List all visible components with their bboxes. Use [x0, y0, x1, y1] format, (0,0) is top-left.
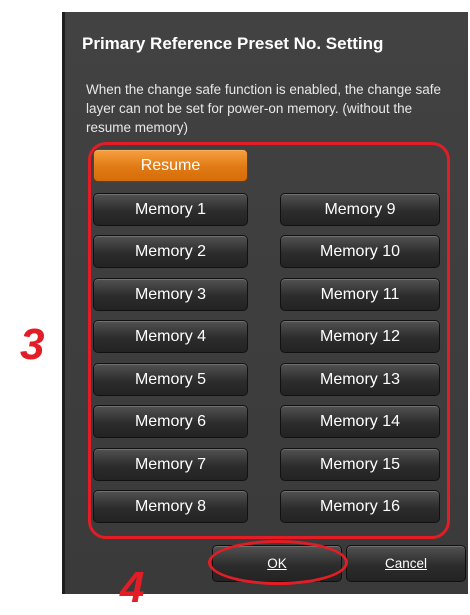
resume-button-label: Resume	[140, 156, 201, 174]
memory-3-button[interactable]: Memory 3	[93, 278, 248, 311]
memory-button-label: Memory 11	[320, 285, 400, 303]
memory-9-button[interactable]: Memory 9	[280, 193, 440, 226]
memory-7-button[interactable]: Memory 7	[93, 448, 248, 481]
callout-4: 4	[120, 563, 145, 612]
memory-button-label: Memory 10	[319, 242, 401, 260]
ok-button[interactable]: OK	[212, 545, 342, 582]
callout-3: 3	[20, 320, 45, 369]
memory-2-button[interactable]: Memory 2	[93, 235, 248, 268]
cancel-button[interactable]: Cancel	[346, 545, 466, 582]
memory-button-label: Memory 3	[134, 285, 207, 303]
dialog-title: Primary Reference Preset No. Setting	[82, 34, 384, 53]
memory-5-button[interactable]: Memory 5	[93, 363, 248, 396]
memory-1-button[interactable]: Memory 1	[93, 193, 248, 226]
memory-10-button[interactable]: Memory 10	[280, 235, 440, 268]
memory-button-label: Memory 5	[134, 370, 207, 388]
memory-button-label: Memory 1	[134, 200, 207, 218]
memory-button-label: Memory 2	[134, 242, 207, 260]
memory-11-button[interactable]: Memory 11	[280, 278, 440, 311]
ok-button-label: OK	[267, 556, 287, 571]
memory-button-label: Memory 15	[319, 455, 401, 473]
memory-button-label: Memory 4	[134, 327, 207, 345]
memory-13-button[interactable]: Memory 13	[280, 363, 440, 396]
memory-button-label: Memory 9	[324, 200, 396, 218]
memory-16-button[interactable]: Memory 16	[280, 490, 440, 523]
memory-12-button[interactable]: Memory 12	[280, 320, 440, 353]
cancel-button-label: Cancel	[384, 556, 428, 571]
memory-button-label: Memory 12	[319, 327, 401, 345]
memory-8-button[interactable]: Memory 8	[93, 490, 248, 523]
memory-button-label: Memory 14	[319, 412, 401, 430]
memory-button-label: Memory 7	[134, 455, 207, 473]
memory-button-label: Memory 6	[134, 412, 207, 430]
memory-15-button[interactable]: Memory 15	[280, 448, 440, 481]
memory-14-button[interactable]: Memory 14	[280, 405, 440, 438]
resume-button[interactable]: Resume	[93, 149, 248, 182]
memory-button-label: Memory 13	[319, 370, 401, 388]
memory-4-button[interactable]: Memory 4	[93, 320, 248, 353]
memory-button-label: Memory 8	[134, 497, 207, 515]
dialog-description: When the change safe function is enabled…	[86, 82, 442, 135]
memory-6-button[interactable]: Memory 6	[93, 405, 248, 438]
memory-button-label: Memory 16	[319, 497, 401, 515]
